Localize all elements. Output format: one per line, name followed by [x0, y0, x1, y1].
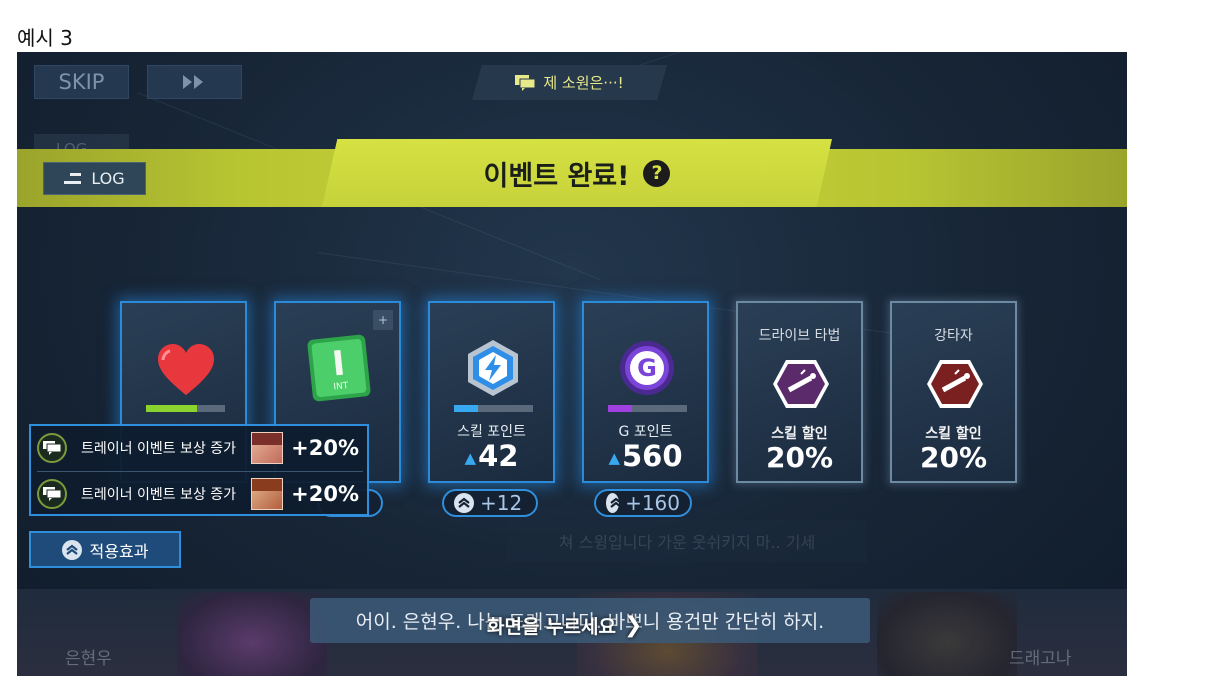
bg-line — [616, 52, 1017, 73]
drive-hit-hexagon-icon — [773, 360, 829, 408]
chat-bubble-icon — [37, 479, 67, 509]
power-hitter-hexagon-icon — [927, 360, 983, 408]
g-point-gauge-fill — [608, 405, 632, 412]
skill-point-gauge-fill — [454, 405, 478, 412]
drive-hit-title: 드라이브 타법 — [758, 328, 841, 344]
skip-label: SKIP — [58, 70, 105, 94]
tap-to-continue[interactable]: 화면을 누르세요 ❯ — [487, 612, 642, 639]
drive-hit-value: 20% — [765, 441, 834, 474]
int-sub: INT — [333, 381, 349, 393]
chevron-right-icon: ❯ — [623, 613, 643, 638]
zoom-icon[interactable]: + — [373, 310, 393, 330]
g-point-bonus-pill: +160 — [594, 489, 692, 517]
chat-bubble-icon — [37, 433, 67, 463]
event-banner-title: 이벤트 완료! ? — [322, 139, 832, 207]
g-point-gauge — [608, 405, 687, 412]
example-caption: 예시 3 — [17, 26, 73, 50]
reward-card-drive-hit[interactable]: 드라이브 타법 스킬 할인 20% — [736, 301, 863, 483]
log-button[interactable]: LOG — [43, 162, 146, 195]
double-chevron-right-icon — [182, 75, 203, 89]
heart-gauge — [146, 405, 225, 412]
skill-point-gauge — [454, 405, 533, 412]
increase-icon: ▲ — [464, 449, 477, 467]
reward-card-g-point[interactable]: G G 포인트 ▲560 — [582, 301, 709, 483]
g-point-bonus: +160 — [625, 491, 680, 515]
power-hitter-title: 강타자 — [934, 328, 973, 344]
apply-effects-label: 적용효과 — [89, 541, 149, 561]
ghost-background-text: 쳐 스윙입니다 가운 웃쉬키지 마.. 기세 — [507, 520, 867, 562]
g-letter: G — [637, 354, 657, 382]
g-point-value: ▲560 — [584, 439, 707, 473]
skill-point-label: 스킬 포인트 — [457, 424, 526, 440]
tap-label: 화면을 누르세요 — [487, 616, 616, 638]
int-stat-icon: I INT — [307, 334, 371, 402]
g-point-label: G 포인트 — [618, 424, 673, 440]
heart-icon — [158, 344, 214, 395]
drive-hit-sub: 스킬 할인 — [771, 426, 828, 442]
double-chevron-up-icon — [606, 493, 622, 513]
trainer-bonus-panel: 트레이너 이벤트 보상 증가 +20% 트레이너 이벤트 보상 증가 +20% — [29, 424, 369, 516]
increase-icon: ▲ — [608, 449, 620, 467]
lightning-badge-icon — [468, 340, 518, 396]
power-hitter-value: 20% — [919, 441, 988, 474]
chat-bubble-icon — [515, 74, 536, 91]
trainer-bonus-row: 트레이너 이벤트 보상 증가 +20% — [31, 472, 367, 516]
skip-button[interactable]: SKIP — [34, 65, 129, 99]
reward-card-power-hitter[interactable]: 강타자 스킬 할인 20% — [890, 301, 1017, 483]
heart-gauge-fill — [146, 405, 198, 412]
fast-forward-button[interactable] — [147, 65, 242, 99]
game-screen[interactable]: SKIP 제 소원은···! LOG 이벤트 완료! ? LOG — [17, 52, 1127, 676]
trainer-portrait — [251, 432, 283, 464]
reward-card-skill-point[interactable]: 스킬 포인트 ▲42 — [428, 301, 555, 483]
speech-chip: 제 소원은···! — [472, 65, 667, 100]
skill-point-value: ▲42 — [430, 439, 553, 473]
character-right — [877, 592, 1017, 676]
help-icon[interactable]: ? — [643, 159, 671, 187]
g-point-number: 560 — [622, 439, 683, 473]
speaker-left-name: 은현우 — [65, 649, 112, 669]
event-complete-title: 이벤트 완료! — [483, 160, 630, 192]
power-hitter-sub: 스킬 할인 — [925, 426, 982, 442]
trainer-portrait — [251, 478, 283, 510]
trainer-bonus-pct: +20% — [291, 436, 359, 460]
skill-point-number: 42 — [478, 439, 519, 473]
skill-point-bonus-pill: +12 — [442, 489, 538, 517]
trainer-bonus-text: 트레이너 이벤트 보상 증가 — [81, 441, 237, 457]
log-icon — [64, 173, 82, 184]
skill-point-bonus: +12 — [480, 491, 523, 515]
trainer-bonus-row: 트레이너 이벤트 보상 증가 +20% — [31, 426, 367, 470]
speech-chip-text: 제 소원은···! — [543, 74, 624, 92]
character-left — [177, 592, 327, 676]
g-coin-icon: G — [620, 341, 674, 395]
apply-effects-button[interactable]: 적용효과 — [29, 531, 181, 568]
trainer-bonus-pct: +20% — [291, 482, 359, 506]
double-chevron-up-icon — [454, 493, 474, 513]
speaker-right-name: 드래고나 — [1009, 649, 1072, 669]
log-label: LOG — [91, 169, 125, 188]
double-chevron-up-icon — [61, 539, 82, 560]
trainer-bonus-text: 트레이너 이벤트 보상 증가 — [81, 487, 237, 503]
